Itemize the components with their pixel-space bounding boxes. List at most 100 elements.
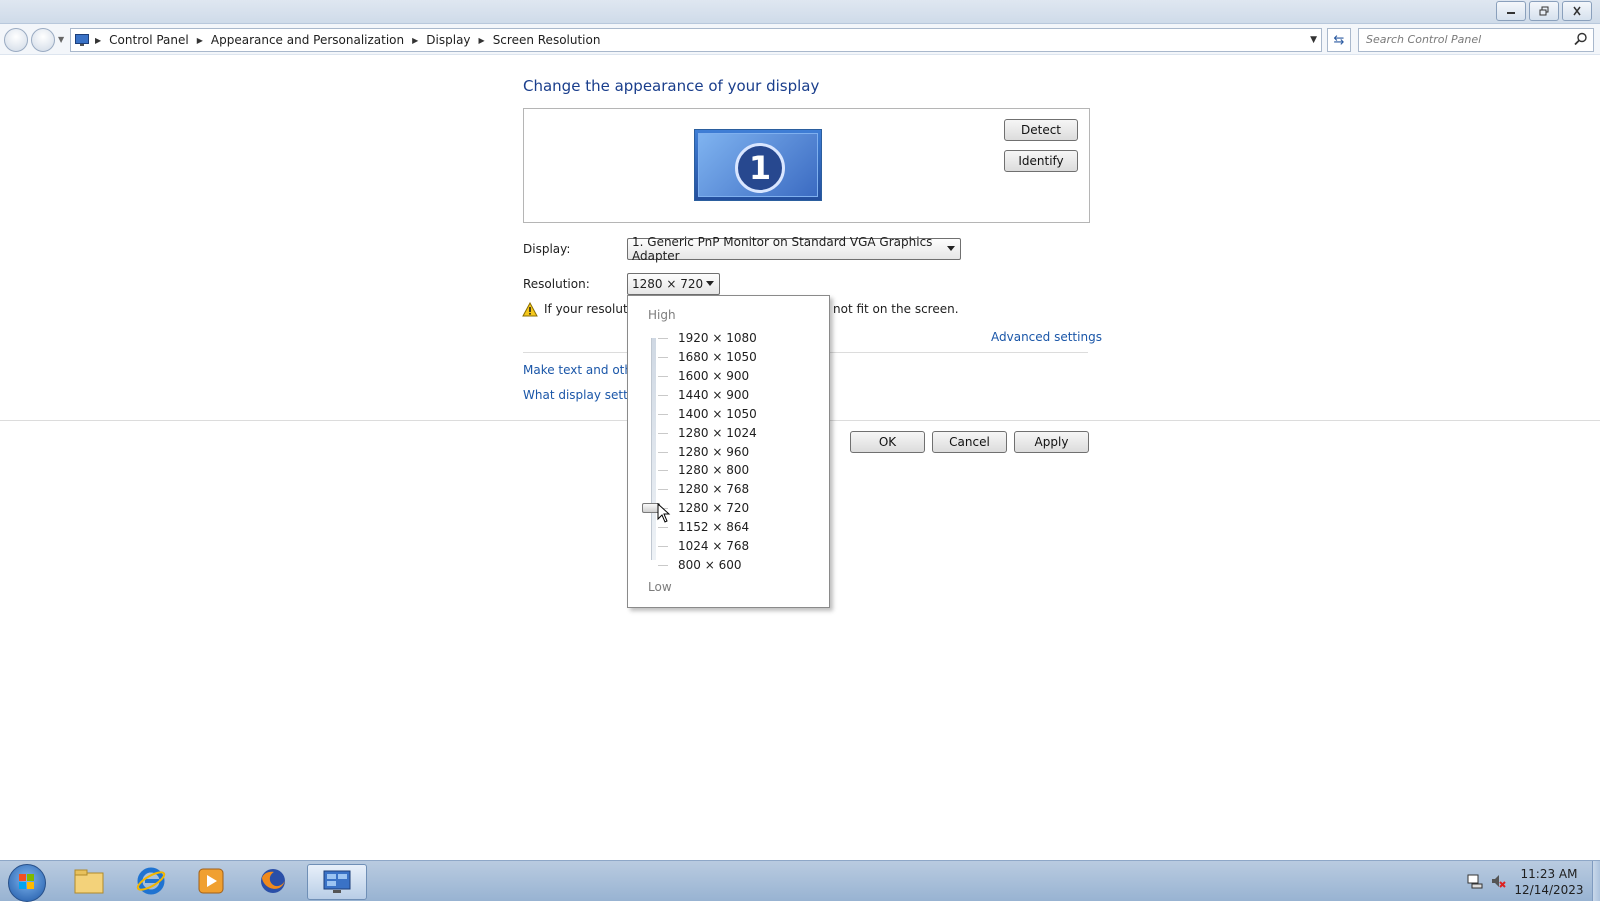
network-icon[interactable] bbox=[1467, 873, 1483, 889]
breadcrumb-arrow-icon[interactable]: ▶ bbox=[479, 36, 485, 45]
resolution-option[interactable]: 1152 × 864 bbox=[678, 520, 749, 534]
media-player-icon bbox=[198, 868, 224, 894]
display-label: Display: bbox=[523, 242, 571, 256]
firefox-icon bbox=[261, 869, 285, 893]
low-label: Low bbox=[648, 580, 672, 594]
slider-tick bbox=[658, 414, 668, 415]
resolution-select-value: 1280 × 720 bbox=[632, 277, 704, 291]
resolution-dropdown: High 1920 × 1080 1680 × 1050 1600 × 900 … bbox=[627, 295, 830, 608]
close-button[interactable] bbox=[1562, 1, 1592, 21]
apply-button[interactable]: Apply bbox=[1014, 431, 1089, 453]
resolution-option[interactable]: 1280 × 800 bbox=[678, 463, 749, 477]
breadcrumb-arrow-icon[interactable]: ▶ bbox=[95, 36, 101, 45]
breadcrumb-appearance[interactable]: Appearance and Personalization bbox=[211, 33, 404, 47]
cancel-button[interactable]: Cancel bbox=[932, 431, 1007, 453]
control-panel-icon bbox=[323, 870, 351, 893]
resolution-slider-track[interactable] bbox=[651, 338, 656, 560]
taskbar-explorer[interactable] bbox=[67, 864, 111, 898]
advanced-settings-link[interactable]: Advanced settings bbox=[991, 330, 1102, 344]
resolution-label: Resolution: bbox=[523, 277, 590, 291]
slider-tick bbox=[658, 433, 668, 434]
show-desktop-button[interactable] bbox=[1592, 861, 1600, 901]
restore-button[interactable] bbox=[1529, 1, 1559, 21]
identify-button[interactable]: Identify bbox=[1004, 150, 1078, 172]
page-title: Change the appearance of your display bbox=[523, 77, 820, 95]
start-button[interactable] bbox=[8, 864, 46, 902]
slider-tick bbox=[658, 452, 668, 453]
taskbar-media-player[interactable] bbox=[189, 864, 233, 898]
recent-pages-dropdown-icon[interactable]: ▼ bbox=[58, 35, 64, 44]
taskbar-internet-explorer[interactable] bbox=[129, 864, 173, 898]
close-icon bbox=[1573, 6, 1581, 16]
slider-tick bbox=[658, 338, 668, 339]
minimize-button[interactable] bbox=[1496, 1, 1526, 21]
clock-time: 11:23 AM bbox=[1520, 867, 1578, 881]
slider-tick bbox=[658, 357, 668, 358]
display-select-value: 1. Generic PnP Monitor on Standard VGA G… bbox=[632, 235, 933, 263]
resolution-option[interactable]: 800 × 600 bbox=[678, 558, 742, 572]
resolution-option[interactable]: 1920 × 1080 bbox=[678, 331, 757, 345]
windows-logo-icon bbox=[19, 874, 34, 889]
resolution-option[interactable]: 1024 × 768 bbox=[678, 539, 749, 553]
slider-tick bbox=[658, 470, 668, 471]
slider-tick bbox=[658, 489, 668, 490]
navigation-bar: ▼ ▶ Control Panel ▶ Appearance and Perso… bbox=[0, 24, 1600, 55]
breadcrumb-display[interactable]: Display bbox=[426, 33, 470, 47]
system-clock[interactable]: 11:23 AM 12/14/2023 bbox=[1510, 866, 1588, 898]
display-select[interactable]: 1. Generic PnP Monitor on Standard VGA G… bbox=[627, 235, 961, 263]
chevron-down-icon bbox=[706, 281, 714, 286]
warning-text: If your resolutio bbox=[544, 302, 639, 316]
ok-button[interactable]: OK bbox=[850, 431, 925, 453]
volume-muted-icon[interactable] bbox=[1490, 873, 1506, 889]
restore-icon bbox=[1539, 6, 1549, 16]
resolution-option[interactable]: 1280 × 1024 bbox=[678, 426, 757, 440]
chevron-down-icon bbox=[947, 246, 955, 251]
monitor-number: 1 bbox=[735, 143, 785, 193]
window-controls bbox=[1496, 1, 1592, 21]
resolution-select[interactable]: 1280 × 720 bbox=[627, 273, 720, 295]
clock-date: 12/14/2023 bbox=[1514, 883, 1584, 897]
slider-tick bbox=[658, 376, 668, 377]
resolution-option[interactable]: 1280 × 768 bbox=[678, 482, 749, 496]
breadcrumb-arrow-icon[interactable]: ▶ bbox=[197, 36, 203, 45]
refresh-icon: ⇆ bbox=[1333, 32, 1345, 48]
high-label: High bbox=[648, 308, 676, 322]
search-placeholder: Search Control Panel bbox=[1366, 33, 1482, 46]
slider-tick bbox=[658, 546, 668, 547]
monitor-screen: 1 bbox=[698, 133, 818, 197]
refresh-button[interactable]: ⇆ bbox=[1327, 28, 1351, 52]
resolution-option[interactable]: 1600 × 900 bbox=[678, 369, 749, 383]
warning-text-end: not fit on the screen. bbox=[833, 302, 959, 316]
control-panel-icon bbox=[75, 34, 89, 46]
mouse-cursor-icon bbox=[657, 503, 671, 523]
resolution-option[interactable]: 1400 × 1050 bbox=[678, 407, 757, 421]
monitor-1-tile[interactable]: 1 bbox=[694, 129, 822, 201]
slider-tick bbox=[658, 395, 668, 396]
taskbar-firefox[interactable] bbox=[251, 864, 295, 898]
breadcrumb-control-panel[interactable]: Control Panel bbox=[109, 33, 189, 47]
slider-tick bbox=[658, 565, 668, 566]
resolution-option[interactable]: 1440 × 900 bbox=[678, 388, 749, 402]
internet-explorer-icon bbox=[136, 867, 166, 895]
minimize-icon bbox=[1507, 12, 1515, 14]
search-input[interactable]: Search Control Panel bbox=[1358, 28, 1594, 52]
forward-button[interactable] bbox=[31, 28, 55, 52]
breadcrumb-arrow-icon[interactable]: ▶ bbox=[412, 36, 418, 45]
detect-button[interactable]: Detect bbox=[1004, 119, 1078, 141]
taskbar-control-panel[interactable] bbox=[307, 864, 367, 900]
title-bar bbox=[0, 0, 1600, 24]
breadcrumb: ▶ Control Panel ▶ Appearance and Persona… bbox=[95, 33, 600, 47]
resolution-option-selected[interactable]: 1280 × 720 bbox=[678, 501, 749, 515]
search-icon[interactable] bbox=[1574, 32, 1588, 46]
resolution-option[interactable]: 1280 × 960 bbox=[678, 445, 749, 459]
monitor-preview-panel: 1 Detect Identify bbox=[523, 108, 1090, 223]
slider-tick bbox=[658, 527, 668, 528]
address-dropdown-icon[interactable]: ▼ bbox=[1310, 35, 1317, 45]
warning-icon bbox=[522, 302, 538, 317]
folder-icon bbox=[74, 869, 104, 894]
resolution-option[interactable]: 1680 × 1050 bbox=[678, 350, 757, 364]
breadcrumb-screen-resolution[interactable]: Screen Resolution bbox=[493, 33, 601, 47]
back-button[interactable] bbox=[4, 28, 28, 52]
taskbar: 11:23 AM 12/14/2023 bbox=[0, 860, 1600, 902]
address-bar[interactable]: ▶ Control Panel ▶ Appearance and Persona… bbox=[70, 28, 1322, 52]
